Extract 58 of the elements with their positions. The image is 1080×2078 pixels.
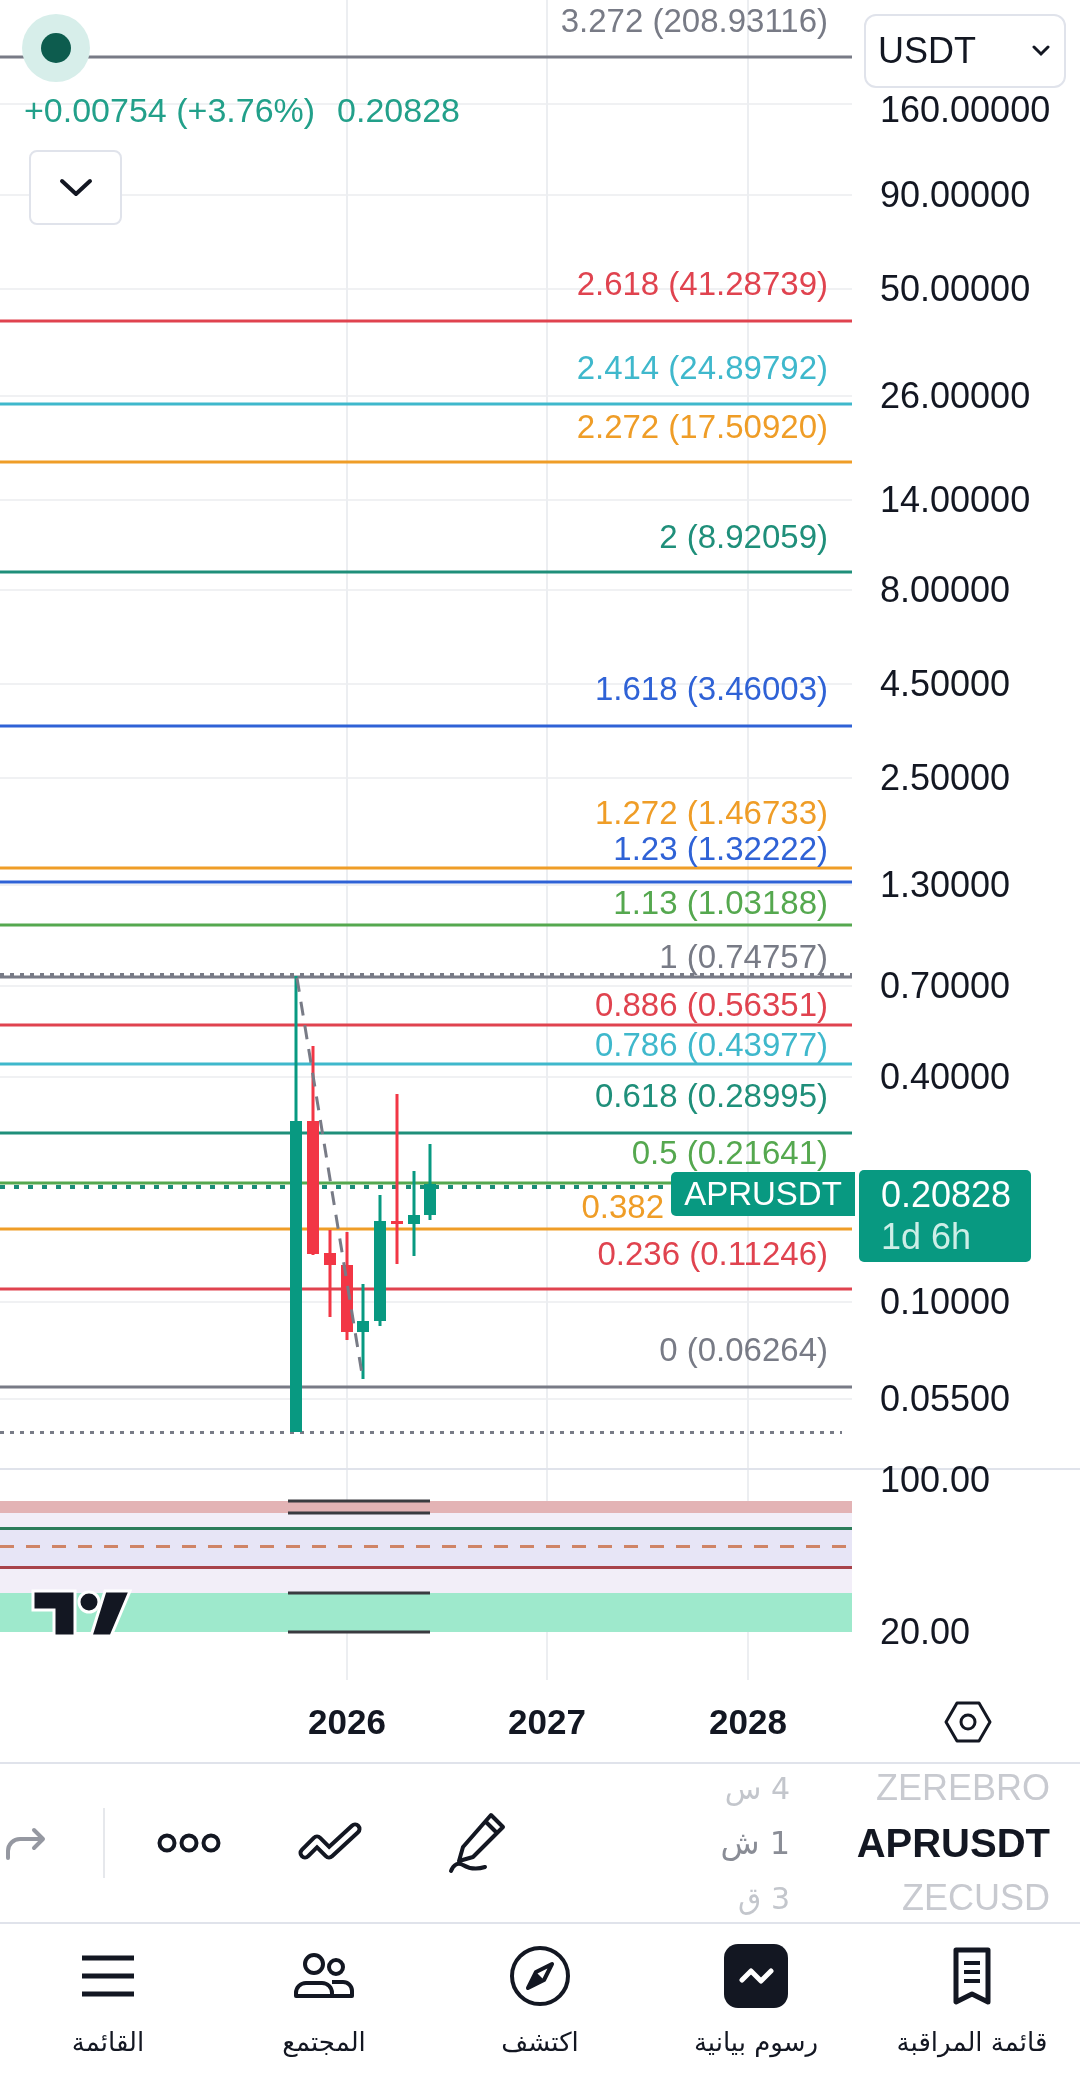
settings-icon[interactable] [944, 1700, 992, 1744]
price-axis-label: 0.70000 [880, 966, 1011, 1006]
fib-level-label: 1.272 (1.46733) [595, 796, 828, 830]
price-axis-label: 8.00000 [880, 570, 1011, 610]
price-axis-label: 0.10000 [880, 1282, 1011, 1322]
menu-tab[interactable]: القائمة [0, 1924, 216, 2078]
symbol-tag: APRUSDT [671, 1172, 855, 1216]
interval-text: 4 س [723, 1769, 790, 1808]
price-axis-label: 0.05500 [880, 1379, 1011, 1419]
fib-level-label: 2 (8.92059) [659, 520, 828, 554]
time-axis-label: 2028 [709, 1702, 787, 1742]
fib-level-label: 2.414 (24.89792) [576, 351, 828, 385]
logo-icon [31, 1589, 133, 1638]
fib-level-label: 2.618 (41.28739) [576, 267, 828, 301]
time-axis-label: 2027 [508, 1702, 586, 1742]
explore-tab[interactable]: اكتشف [432, 1924, 648, 2078]
live-dot-icon [22, 14, 90, 82]
countdown-text: 1d 6h [881, 1216, 973, 1258]
charts-tab[interactable]: رسوم بيانية [648, 1924, 864, 2078]
chevron-down-icon [1032, 45, 1050, 57]
fib-level-label: 2.272 (17.50920) [576, 410, 828, 444]
fib-level-label: 0.236 (0.11246) [597, 1237, 828, 1271]
fib-level-label: 0.5 (0.21641) [631, 1136, 828, 1170]
price-axis-label: 4.50000 [880, 664, 1011, 704]
interval-text: 3 ق [737, 1879, 790, 1918]
price-axis-label: 90.00000 [880, 175, 1031, 215]
price-axis-label: 14.00000 [880, 480, 1031, 520]
price-axis-label: 1.30000 [880, 865, 1011, 905]
currency-select[interactable]: USDT [864, 14, 1066, 88]
indicator-axis-label: 20.00 [880, 1612, 971, 1652]
interval-text: 1 ش [719, 1823, 790, 1864]
price-axis-label: 0.40000 [880, 1057, 1011, 1097]
price-axis-label: 2.50000 [880, 758, 1011, 798]
price-axis-label: 160.00000 [880, 90, 1051, 130]
fib-level-label: 1.13 (1.03188) [613, 886, 828, 920]
redo-icon [4, 1825, 48, 1861]
fib-level-label: 0.786 (0.43977) [595, 1028, 828, 1062]
chevron-down-icon [58, 177, 93, 198]
price-axis-label: 26.00000 [880, 376, 1031, 416]
watchlist-tab[interactable]: قائمة المراقبة [864, 1924, 1080, 2078]
fib-level-label: 1 (0.74757) [659, 940, 828, 974]
fib-level-label: 0.618 (0.28995) [595, 1079, 828, 1113]
fib-level-label: 1.23 (1.32222) [613, 832, 828, 866]
redo-button[interactable] [4, 1825, 48, 1861]
price-text: 0.20828 [881, 1174, 1013, 1216]
price-change-text: +0.00754 (+3.76%) [24, 91, 316, 129]
indicator-axis-label: 100.00 [880, 1460, 991, 1500]
fib-level-label: 3.272 (208.93116) [560, 4, 828, 38]
price-axis-label: 50.00000 [880, 269, 1031, 309]
fib-level-label: 0.886 (0.56351) [595, 988, 828, 1022]
fib-level-label: 0 (0.06264) [659, 1333, 828, 1367]
collapse-button[interactable] [29, 150, 122, 225]
time-axis-label: 2026 [308, 1702, 386, 1742]
fib-level-label: 1.618 (3.46003) [595, 672, 828, 706]
community-tab[interactable]: المجتمع [216, 1924, 432, 2078]
symbol-option[interactable]: APRUSDT [856, 1813, 1050, 1873]
fib-level-label: 0.382 [581, 1190, 664, 1224]
last-price-text: 0.20828 [337, 91, 460, 129]
